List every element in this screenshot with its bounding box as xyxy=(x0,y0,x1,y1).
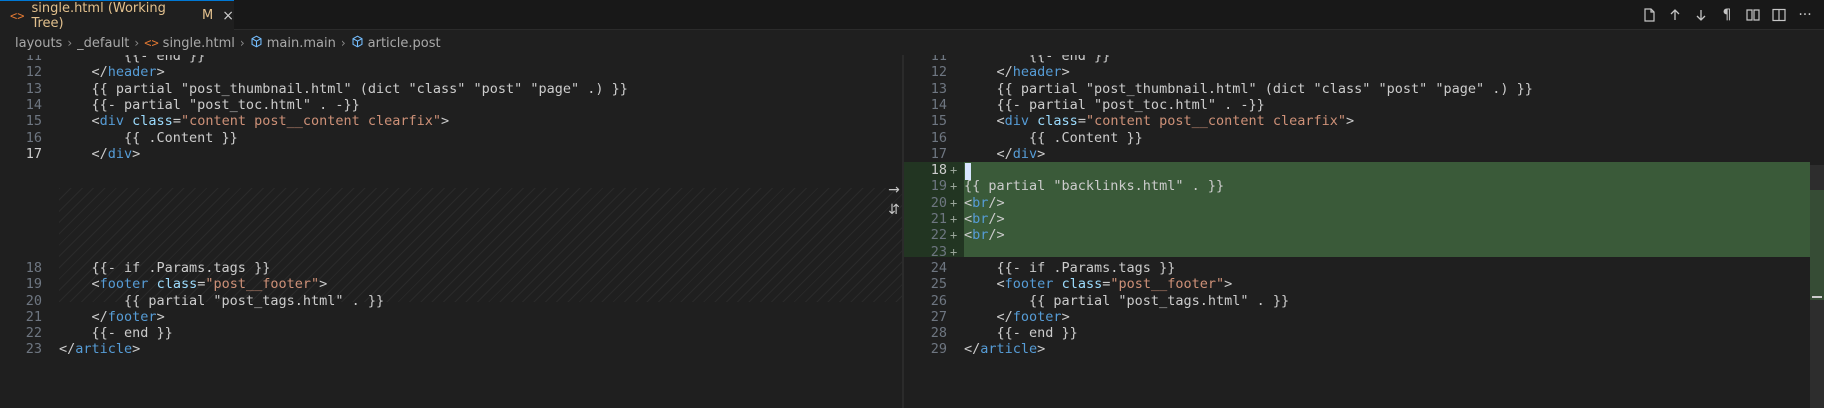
pilcrow-icon[interactable]: ¶ xyxy=(1714,2,1740,28)
html-file-icon: <> xyxy=(144,36,159,50)
code-text: </div> xyxy=(59,145,141,162)
arrow-up-icon[interactable] xyxy=(1662,2,1688,28)
text-cursor xyxy=(965,163,971,180)
breadcrumb-item-default[interactable]: _default xyxy=(77,36,129,51)
editor-toolbar: ¶ ··· xyxy=(1636,0,1818,30)
close-icon[interactable]: × xyxy=(222,8,234,24)
tab-bar: <> single.html (Working Tree) M × ¶ ··· xyxy=(0,0,1824,31)
html-file-icon: <> xyxy=(10,8,25,23)
tab-title: single.html (Working Tree) xyxy=(31,0,166,31)
line-number: 17 xyxy=(25,145,42,162)
code-text: </article> xyxy=(964,341,1046,358)
breadcrumb-item-article[interactable]: article.post xyxy=(368,36,441,51)
modified-status: M xyxy=(202,8,214,23)
diff-actions: → ⇵ xyxy=(882,182,906,218)
chevron-right-icon: › xyxy=(239,36,245,50)
ruler-cursor-marker xyxy=(1812,296,1822,298)
tab-single-html[interactable]: <> single.html (Working Tree) M × xyxy=(0,0,234,31)
overview-ruler[interactable] xyxy=(1810,55,1824,408)
code-line-17[interactable]: 17 </div> xyxy=(0,145,902,164)
code-line-23[interactable]: 23 </article> xyxy=(0,340,902,359)
line-number: 23 xyxy=(25,341,42,358)
breadcrumb: layouts › _default › <> single.html › ma… xyxy=(15,34,441,52)
revert-icon[interactable]: ⇵ xyxy=(882,202,906,218)
symbol-element-icon xyxy=(351,35,364,51)
split-editor-icon[interactable] xyxy=(1766,2,1792,28)
line-number: 29 xyxy=(930,341,947,358)
book-icon[interactable] xyxy=(1740,2,1766,28)
code-line-29[interactable]: 29 </article> xyxy=(904,340,1824,359)
breadcrumb-item-main[interactable]: main.main xyxy=(267,36,336,51)
more-icon[interactable]: ··· xyxy=(1792,2,1818,28)
code-text: </article> xyxy=(59,341,141,358)
breadcrumb-item-file[interactable]: single.html xyxy=(163,36,235,51)
chevron-right-icon: › xyxy=(67,36,73,50)
modified-editor[interactable]: 11 {{- end }} 12 </header> 13 {{ partial "… xyxy=(904,55,1824,408)
chevron-right-icon: › xyxy=(340,36,346,50)
arrow-right-icon[interactable]: → xyxy=(882,182,906,198)
arrow-down-icon[interactable] xyxy=(1688,2,1714,28)
original-editor[interactable]: 11 {{- end }} 12 </header> 13 {{ partial "… xyxy=(0,55,902,408)
open-file-icon[interactable] xyxy=(1636,2,1662,28)
chevron-right-icon: › xyxy=(134,36,140,50)
ruler-insert-marker xyxy=(1810,190,1824,300)
symbol-element-icon xyxy=(250,35,263,51)
breadcrumb-item-layouts[interactable]: layouts xyxy=(15,36,62,51)
